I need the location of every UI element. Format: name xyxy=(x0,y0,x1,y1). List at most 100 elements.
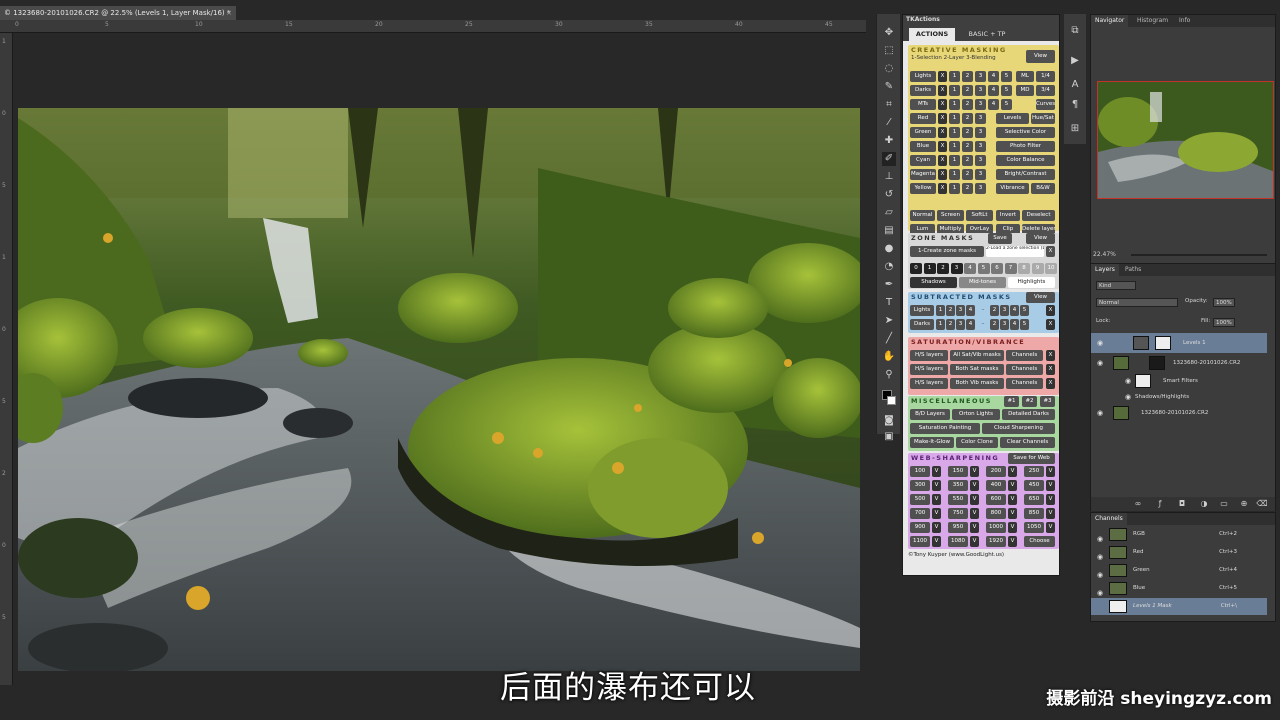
step-button[interactable]: 3 xyxy=(975,169,986,180)
step-button[interactable]: 1 xyxy=(949,155,960,166)
blend-mode-select[interactable]: Normal xyxy=(1096,298,1178,307)
clear-x-button[interactable]: X xyxy=(1046,364,1055,375)
sharpen-v-button[interactable]: V xyxy=(970,508,979,519)
zone-number-button[interactable]: 0 xyxy=(910,263,922,274)
adjustment-button[interactable]: 3/4 xyxy=(1036,85,1055,96)
healing-tool-icon[interactable]: ✚ xyxy=(882,134,896,148)
adjustment-button[interactable]: MD xyxy=(1016,85,1034,96)
mask-button[interactable]: Magenta xyxy=(910,169,936,180)
zone-number-button[interactable]: 7 xyxy=(1004,263,1017,274)
horizontal-ruler[interactable]: 0 5 10 15 20 25 30 35 40 45 xyxy=(0,20,866,33)
zone-number-button[interactable]: 1 xyxy=(923,263,936,274)
sharpen-v-button[interactable]: V xyxy=(932,522,941,533)
sharpen-v-button[interactable]: V xyxy=(1046,522,1055,533)
subtract-step-button[interactable]: 3 xyxy=(956,305,965,316)
eye-icon[interactable]: ◉ xyxy=(1125,377,1131,385)
layer-row[interactable]: ◉ 1323680-20101026.CR2 xyxy=(1091,403,1267,423)
adjustment-button[interactable]: Vibrance xyxy=(996,183,1029,194)
saturation-painting-button[interactable]: Saturation Painting xyxy=(910,423,980,434)
misc-3-button[interactable]: #3 xyxy=(1040,396,1055,407)
layer-row[interactable]: ◉ 1323680-20101026.CR2 xyxy=(1091,353,1267,373)
step-button[interactable]: 2 xyxy=(962,141,973,152)
sharpen-v-button[interactable]: V xyxy=(1008,522,1017,533)
step-button[interactable]: 3 xyxy=(975,99,986,110)
mask-button[interactable]: Green xyxy=(910,127,936,138)
hs-layers-button[interactable]: H/S layers xyxy=(910,378,948,389)
subtract-view-button[interactable]: View xyxy=(1026,292,1055,303)
sharpen-size-button[interactable]: 350 xyxy=(948,480,968,491)
layer-row[interactable]: ◉ Levels 1 xyxy=(1091,333,1267,353)
subtract-step-button[interactable]: 2 xyxy=(990,319,999,330)
sharpen-v-button[interactable]: V xyxy=(932,536,941,547)
zone-number-button[interactable]: 2 xyxy=(937,263,949,274)
photo-canvas[interactable] xyxy=(18,108,860,671)
clear-x-button[interactable]: X xyxy=(938,169,947,180)
mask-button[interactable]: MTs xyxy=(910,99,936,110)
sharpen-v-button[interactable]: V xyxy=(1008,494,1017,505)
new-adjustment-icon[interactable]: ◑ xyxy=(1197,497,1211,511)
step-button[interactable]: 3 xyxy=(975,85,986,96)
sharpen-size-button[interactable]: 1920 xyxy=(986,536,1006,547)
step-button[interactable]: 4 xyxy=(988,99,999,110)
adjustment-button[interactable]: Curves xyxy=(1036,99,1055,110)
eye-icon[interactable]: ◉ xyxy=(1097,339,1103,347)
layer-filter-kind[interactable]: Kind xyxy=(1096,281,1136,290)
sharpen-v-button[interactable]: V xyxy=(1008,480,1017,491)
trash-icon[interactable]: ⌫ xyxy=(1255,497,1269,511)
clear-x-button[interactable]: X xyxy=(938,85,947,96)
clear-x-button[interactable]: X xyxy=(1046,319,1055,330)
step-button[interactable]: 3 xyxy=(975,113,986,124)
subtract-step-button[interactable]: 1 xyxy=(936,305,945,316)
sharpen-size-button[interactable]: 1050 xyxy=(1024,522,1044,533)
new-layer-icon[interactable]: ⊕ xyxy=(1237,497,1251,511)
clear-x-button[interactable]: X xyxy=(938,183,947,194)
zone-number-button[interactable]: 6 xyxy=(991,263,1003,274)
sharpen-size-button[interactable]: 750 xyxy=(948,508,968,519)
document-tab[interactable]: © 1323680-20101026.CR2 @ 22.5% (Levels 1… xyxy=(0,6,236,20)
step-button[interactable]: 2 xyxy=(962,99,973,110)
channel-row[interactable]: Levels 1 Mask Ctrl+\ xyxy=(1091,598,1267,615)
subtract-step-button[interactable]: 4 xyxy=(1010,319,1019,330)
tab-basic-tp[interactable]: BASIC + TP xyxy=(961,28,1013,41)
clear-x-button[interactable]: X xyxy=(938,71,947,82)
color-clone-button[interactable]: Color Clone xyxy=(956,437,998,448)
sharpen-v-button[interactable]: V xyxy=(932,466,941,477)
sharpen-v-button[interactable]: V xyxy=(970,522,979,533)
step-button[interactable]: 1 xyxy=(949,141,960,152)
opacity-field[interactable]: 100% xyxy=(1213,298,1235,307)
add-mask-icon[interactable]: ◘ xyxy=(1175,497,1189,511)
sharpen-v-button[interactable]: V xyxy=(1046,480,1055,491)
zone-number-button[interactable]: 4 xyxy=(964,263,976,274)
creative-view-button[interactable]: View xyxy=(1026,50,1055,63)
subtract-step-button[interactable]: 2 xyxy=(946,305,955,316)
hs-layers-button[interactable]: H/S layers xyxy=(910,364,948,375)
invert-button[interactable]: Invert xyxy=(996,210,1020,221)
clear-x-button[interactable]: X xyxy=(1046,378,1055,389)
sharpen-size-button[interactable]: 500 xyxy=(910,494,930,505)
tab-channels[interactable]: Channels xyxy=(1091,513,1127,525)
clear-x-button[interactable]: X xyxy=(938,155,947,166)
bd-layers-button[interactable]: B/D Layers xyxy=(910,409,950,420)
character-icon[interactable]: A xyxy=(1068,78,1082,92)
step-button[interactable]: 2 xyxy=(962,169,973,180)
sharpen-v-button[interactable]: V xyxy=(1008,536,1017,547)
marquee-tool-icon[interactable]: ⬚ xyxy=(882,44,896,58)
quick-select-tool-icon[interactable]: ✎ xyxy=(882,80,896,94)
clear-x-button[interactable]: X xyxy=(938,113,947,124)
subtract-step-button[interactable]: 2 xyxy=(946,319,955,330)
close-icon[interactable]: × xyxy=(226,6,232,20)
sharpen-size-button[interactable]: 800 xyxy=(986,508,1006,519)
adjustments-icon[interactable]: ⊞ xyxy=(1068,122,1082,136)
subtract-step-button[interactable]: 3 xyxy=(956,319,965,330)
sharpen-v-button[interactable]: V xyxy=(1008,508,1017,519)
step-button[interactable]: 1 xyxy=(949,113,960,124)
subtract-step-button[interactable]: 4 xyxy=(1010,305,1019,316)
tab-histogram[interactable]: Histogram xyxy=(1133,15,1172,27)
blend-normal-button[interactable]: Normal xyxy=(910,210,935,221)
zone-number-button[interactable]: 10 xyxy=(1045,263,1057,274)
mask-button[interactable]: Yellow xyxy=(910,183,936,194)
step-button[interactable]: 1 xyxy=(949,71,960,82)
gradient-tool-icon[interactable]: ▤ xyxy=(882,224,896,238)
clear-channels-button[interactable]: Clear Channels xyxy=(1000,437,1055,448)
link-icon[interactable]: ∞ xyxy=(1131,497,1145,511)
